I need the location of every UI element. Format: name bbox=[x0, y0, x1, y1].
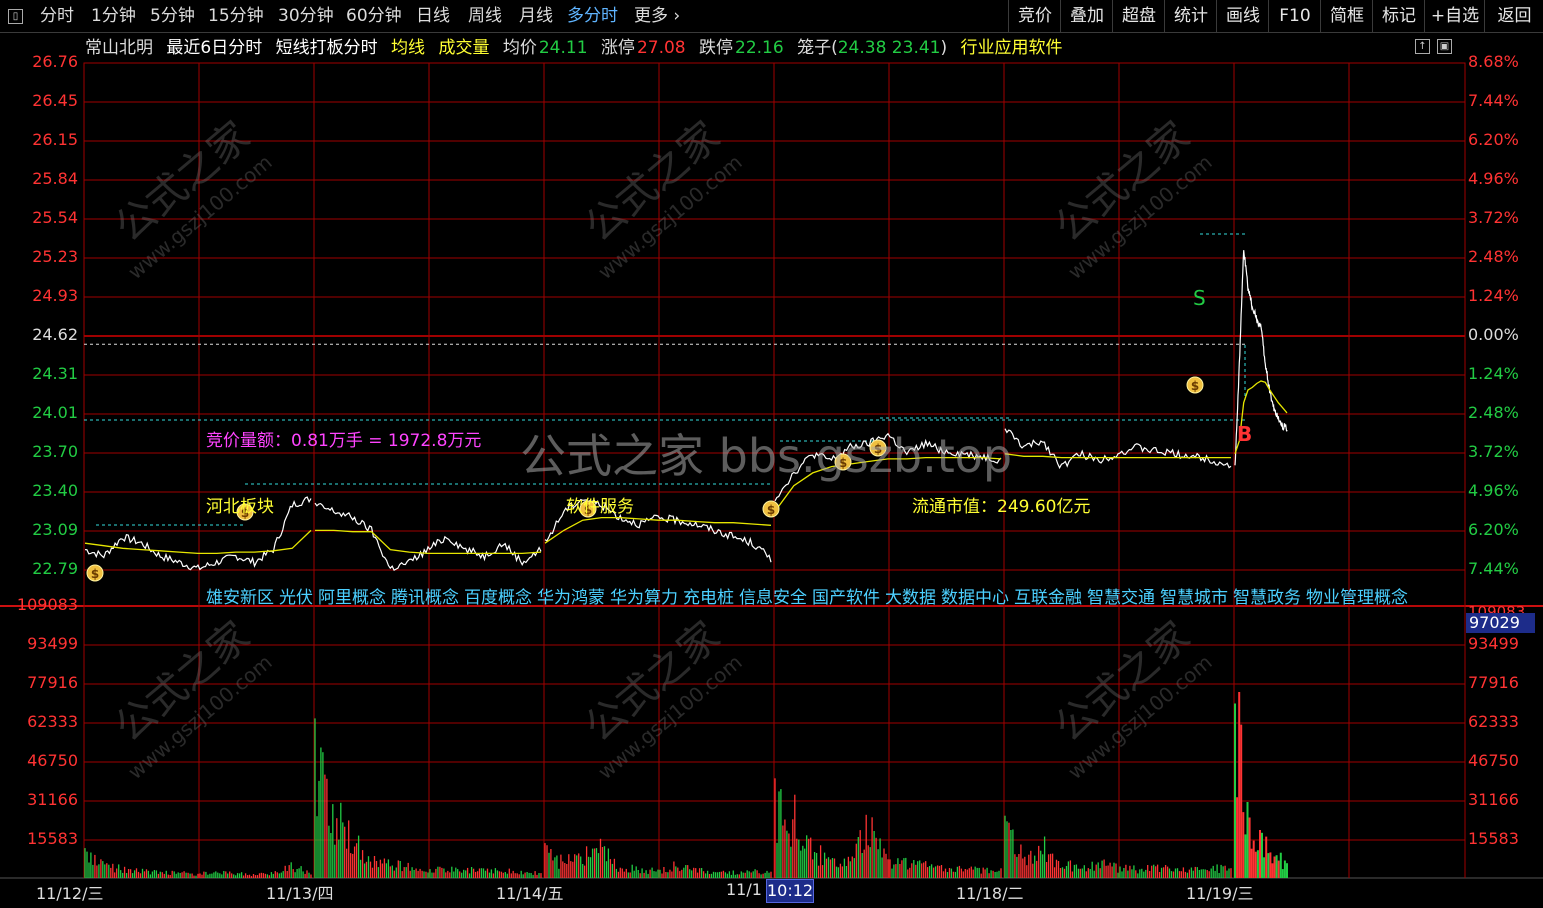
price-axis-left-label: 24.93 bbox=[32, 286, 78, 305]
price-axis-left-label: 25.54 bbox=[32, 208, 78, 227]
price-lines bbox=[84, 250, 1288, 572]
volume-axis-left-label: 62333 bbox=[27, 712, 78, 731]
price-axis-right-label: 1.24% bbox=[1468, 286, 1519, 305]
price-axis-left-label: 26.45 bbox=[32, 91, 78, 110]
volume-axis-right-label: 93499 bbox=[1468, 634, 1519, 653]
price-axis-left-label: 24.31 bbox=[32, 364, 78, 383]
concept-tag[interactable]: 国产软件 bbox=[812, 588, 880, 608]
coin-marker: $ bbox=[834, 453, 852, 471]
volume-axis-left-label: 31166 bbox=[27, 790, 78, 809]
coin-marker: $ bbox=[86, 564, 104, 582]
concept-tag-list: 雄安新区 光伏 阿里概念 腾讯概念 百度概念 华为鸿蒙 华为算力 充电桩 信息安全 国产软件 大数据… bbox=[206, 583, 1413, 608]
cursor-time-tag: 10:12 bbox=[766, 879, 814, 903]
price-axis-right-label: 4.96% bbox=[1468, 169, 1519, 188]
intraday-chart: $$ $ $$$$ bbox=[0, 62, 1543, 879]
price-axis-right-label: 3.72% bbox=[1468, 208, 1519, 227]
sell-signal-mark: S bbox=[1193, 286, 1206, 310]
coin-marker-label: $ bbox=[767, 503, 775, 517]
concept-tag[interactable]: 物业管理概念 bbox=[1306, 588, 1408, 608]
concept-tag[interactable]: 智慧交通 bbox=[1087, 588, 1155, 608]
volume-axis-left-label: 93499 bbox=[27, 634, 78, 653]
price-axis-left-label: 24.01 bbox=[32, 403, 78, 422]
price-line-day-2 bbox=[314, 502, 542, 572]
coin-marker-label: $ bbox=[1191, 379, 1199, 393]
date-axis-label: 11/18/二 bbox=[956, 884, 1024, 903]
concept-tag[interactable]: 大数据 bbox=[885, 588, 936, 608]
date-axis-label: 11/19/三 bbox=[1186, 884, 1254, 903]
price-line-day-1 bbox=[84, 496, 312, 571]
price-axis-right-label: 2.48% bbox=[1468, 403, 1519, 422]
price-axis-right-label: 7.44% bbox=[1468, 559, 1519, 578]
volume-axis-left-label: 109083 bbox=[16, 595, 78, 614]
coin-marker: $ bbox=[1186, 376, 1204, 394]
market-cap-annotation: 流通市值：249.60亿元 bbox=[912, 497, 1091, 517]
current-volume-tag: 97029 bbox=[1466, 613, 1535, 633]
price-axis-left-label: 22.79 bbox=[32, 559, 78, 578]
price-axis-right-label: 6.20% bbox=[1468, 520, 1519, 539]
concept-tag[interactable]: 信息安全 bbox=[739, 588, 807, 608]
price-line-day-5 bbox=[1004, 428, 1232, 470]
volume-axis-left-label: 15583 bbox=[27, 829, 78, 848]
concept-tag[interactable]: 华为算力 bbox=[610, 588, 678, 608]
concept-tag[interactable]: 华为鸿蒙 bbox=[537, 588, 605, 608]
coin-marker-label: $ bbox=[839, 456, 847, 470]
auction-volume-annotation: 竞价量额：0.81万手 = 1972.8万元 bbox=[206, 431, 482, 451]
volume-axis-right-label: 62333 bbox=[1468, 712, 1519, 731]
concept-tag[interactable]: 腾讯概念 bbox=[391, 588, 459, 608]
date-axis-label: 11/13/四 bbox=[266, 884, 334, 903]
price-axis-left-label: 23.09 bbox=[32, 520, 78, 539]
sector-annotation-1: 河北板块 bbox=[206, 497, 274, 517]
price-axis-left-label: 26.15 bbox=[32, 130, 78, 149]
price-axis-left-label: 24.62 bbox=[32, 325, 78, 344]
concept-tag[interactable]: 互联金融 bbox=[1014, 588, 1082, 608]
coin-marker-label: $ bbox=[874, 442, 882, 456]
coin-marker-label: $ bbox=[91, 567, 99, 581]
volume-bars bbox=[84, 692, 1288, 878]
avg-line-day-3 bbox=[544, 516, 772, 544]
chart-grid bbox=[0, 62, 1543, 879]
volume-axis-right-label: 31166 bbox=[1468, 790, 1519, 809]
coin-marker: $ bbox=[869, 439, 887, 457]
volume-axis-left-label: 46750 bbox=[27, 751, 78, 770]
volume-axis-right-label: 77916 bbox=[1468, 673, 1519, 692]
price-axis-right-label: 7.44% bbox=[1468, 91, 1519, 110]
volume-axis-left-label: 77916 bbox=[27, 673, 78, 692]
price-axis-right-label: 4.96% bbox=[1468, 481, 1519, 500]
price-axis-left-label: 25.84 bbox=[32, 169, 78, 188]
concept-tag[interactable]: 雄安新区 bbox=[206, 588, 274, 608]
avg-line-day-1 bbox=[84, 529, 312, 555]
concept-tag[interactable]: 百度概念 bbox=[464, 588, 532, 608]
price-axis-right-label: 8.68% bbox=[1468, 52, 1519, 71]
price-axis-right-label: 3.72% bbox=[1468, 442, 1519, 461]
price-axis-right-label: 0.00% bbox=[1468, 325, 1519, 344]
price-axis-right-label: 6.20% bbox=[1468, 130, 1519, 149]
price-axis-right-label: 2.48% bbox=[1468, 247, 1519, 266]
price-axis-right-label: 1.24% bbox=[1468, 364, 1519, 383]
price-axis-left-label: 25.23 bbox=[32, 247, 78, 266]
price-line-day-4 bbox=[774, 432, 1002, 502]
concept-tag[interactable]: 充电桩 bbox=[683, 588, 734, 608]
concept-tag[interactable]: 智慧政务 bbox=[1233, 588, 1301, 608]
coin-marker: $ bbox=[762, 500, 780, 518]
sector-annotation-2: 软件服务 bbox=[566, 497, 634, 517]
chart-markers: $$ $ $$$$ bbox=[86, 376, 1204, 582]
price-axis-left-label: 23.70 bbox=[32, 442, 78, 461]
date-axis-label: 11/14/五 bbox=[496, 884, 564, 903]
price-axis-left-label: 23.40 bbox=[32, 481, 78, 500]
concept-tag[interactable]: 阿里概念 bbox=[318, 588, 386, 608]
price-axis-left-label: 26.76 bbox=[32, 52, 78, 71]
concept-tag[interactable]: 数据中心 bbox=[941, 588, 1009, 608]
volume-axis-right-label: 46750 bbox=[1468, 751, 1519, 770]
concept-tag[interactable]: 光伏 bbox=[279, 588, 313, 608]
buy-signal-mark: B bbox=[1237, 422, 1253, 446]
date-axis-label: 11/12/三 bbox=[36, 884, 104, 903]
volume-axis-right-label: 15583 bbox=[1468, 829, 1519, 848]
date-axis-label: 11/1 bbox=[726, 880, 762, 899]
concept-tag[interactable]: 智慧城市 bbox=[1160, 588, 1228, 608]
